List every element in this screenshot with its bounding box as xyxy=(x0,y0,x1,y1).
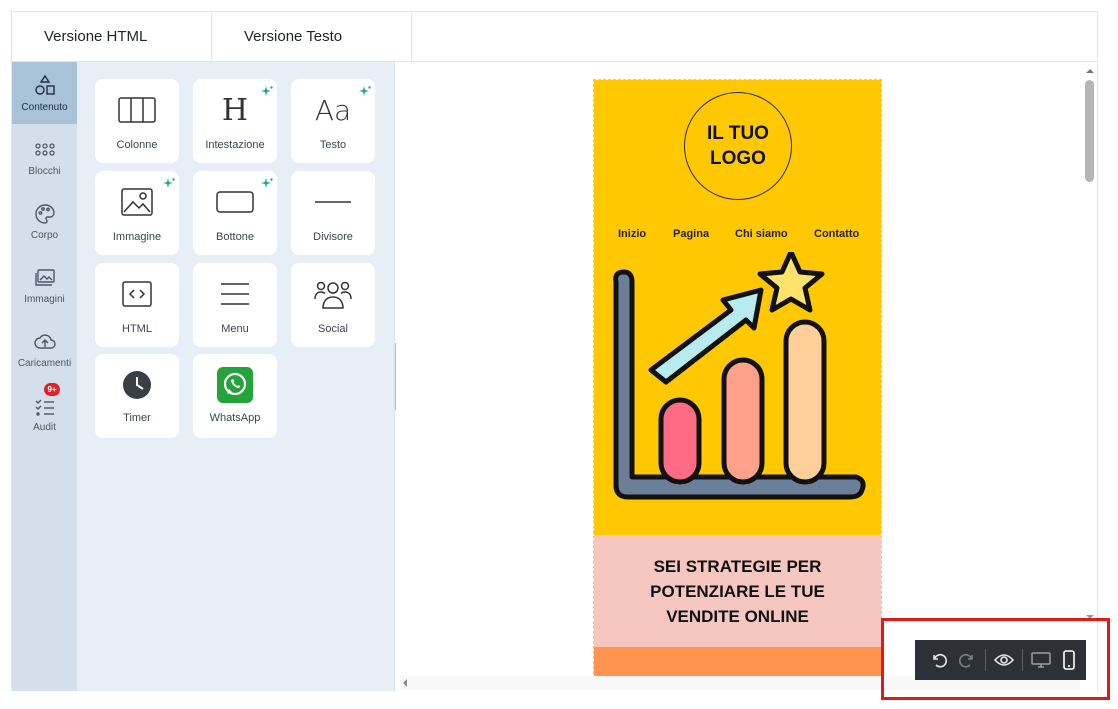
content-panel: Colonne H Intestazione Aa Testo Immagine… xyxy=(77,62,395,691)
clock-icon xyxy=(123,371,151,399)
tile-immagine[interactable]: Immagine xyxy=(95,171,179,255)
scroll-left-icon xyxy=(403,679,407,687)
sidebar-item-contenuto[interactable]: Contenuto xyxy=(12,62,77,124)
tile-label: Intestazione xyxy=(205,139,265,151)
tile-label: Divisore xyxy=(313,231,353,243)
nav-link-inizio[interactable]: Inizio xyxy=(618,228,646,240)
sidebar-item-caricamenti[interactable]: Caricamenti xyxy=(12,318,77,380)
nav-link-contatto[interactable]: Contatto xyxy=(814,228,859,240)
whatsapp-icon xyxy=(217,367,253,403)
tile-label: Immagine xyxy=(112,231,162,243)
sidebar-item-label: Contenuto xyxy=(21,101,68,113)
editor-frame: Versione HTML Versione Testo Contenuto B… xyxy=(11,11,1098,691)
tile-bottone[interactable]: Bottone xyxy=(193,171,277,255)
sidebar-item-corpo[interactable]: Corpo xyxy=(12,190,77,252)
growth-chart-illustration xyxy=(613,252,866,500)
sidebar-item-label: Corpo xyxy=(30,229,59,241)
tile-label: Social xyxy=(318,323,348,335)
grid-dots-icon xyxy=(34,142,55,156)
ai-sparkle-icon xyxy=(163,178,175,188)
tile-divisore[interactable]: Divisore xyxy=(291,171,375,255)
cloud-upload-icon xyxy=(33,333,56,349)
tile-colonne[interactable]: Colonne xyxy=(95,79,179,163)
images-icon xyxy=(34,268,55,286)
sidebar-rail: Contenuto Blocchi Corpo Immagini Caricam… xyxy=(12,62,77,691)
headline-section[interactable]: SEI STRATEGIE PER POTENZIARE LE TUE VEND… xyxy=(594,535,881,647)
sidebar-item-immagini[interactable]: Immagini xyxy=(12,254,77,316)
code-icon xyxy=(122,281,152,307)
tile-label: Timer xyxy=(123,412,151,424)
tile-whatsapp[interactable]: WhatsApp xyxy=(193,354,277,438)
people-icon xyxy=(314,281,352,309)
heading-icon: H xyxy=(221,92,249,128)
tile-testo[interactable]: Aa Testo xyxy=(291,79,375,163)
tab-text-version[interactable]: Versione Testo xyxy=(212,12,412,61)
tile-label: Colonne xyxy=(116,139,158,151)
tile-label: Bottone xyxy=(216,231,254,243)
divider-icon xyxy=(315,201,351,203)
nav-link-chi-siamo[interactable]: Chi siamo xyxy=(735,228,788,240)
logo-placeholder: IL TUO LOGO xyxy=(684,92,792,200)
ai-sparkle-icon xyxy=(359,86,371,96)
sidebar-item-label: Audit xyxy=(33,421,56,433)
button-icon xyxy=(216,191,254,213)
tile-social[interactable]: Social xyxy=(291,263,375,347)
tile-label: Testo xyxy=(319,139,347,151)
email-preview[interactable]: IL TUO LOGO Inizio Pagina Chi siamo Cont… xyxy=(593,79,882,679)
tile-label: HTML xyxy=(122,323,152,335)
ai-sparkle-icon xyxy=(261,178,273,188)
headline-text: SEI STRATEGIE PER POTENZIARE LE TUE VEND… xyxy=(650,556,825,626)
text-icon: Aa xyxy=(314,93,352,127)
sidebar-item-label: Caricamenti xyxy=(17,357,72,369)
menu-icon xyxy=(221,283,249,305)
checklist-icon xyxy=(35,399,54,416)
sidebar-item-label: Blocchi xyxy=(28,165,61,177)
scrollbar-thumb[interactable] xyxy=(1085,80,1094,182)
shapes-icon xyxy=(34,74,55,95)
tile-label: Menu xyxy=(221,323,249,335)
highlight-box xyxy=(881,618,1110,700)
tile-label: WhatsApp xyxy=(209,412,261,424)
audit-count-badge: 9+ xyxy=(44,383,60,396)
image-icon xyxy=(121,188,153,216)
ai-sparkle-icon xyxy=(261,86,273,96)
hero-section[interactable]: IL TUO LOGO Inizio Pagina Chi siamo Cont… xyxy=(594,80,881,535)
sidebar-item-audit[interactable]: 9+ Audit xyxy=(12,382,77,444)
palette-icon xyxy=(34,203,55,224)
sidebar-item-blocchi[interactable]: Blocchi xyxy=(12,126,77,188)
nav-link-pagina[interactable]: Pagina xyxy=(673,228,709,240)
columns-icon xyxy=(118,97,156,123)
tab-html-version[interactable]: Versione HTML xyxy=(12,12,212,61)
email-canvas: IL TUO LOGO Inizio Pagina Chi siamo Cont… xyxy=(396,62,1097,691)
tile-menu[interactable]: Menu xyxy=(193,263,277,347)
sidebar-item-label: Immagini xyxy=(24,293,65,305)
tile-intestazione[interactable]: H Intestazione xyxy=(193,79,277,163)
version-tabs: Versione HTML Versione Testo xyxy=(12,12,1097,62)
tile-html[interactable]: HTML xyxy=(95,263,179,347)
footer-band[interactable] xyxy=(594,647,881,678)
tile-timer[interactable]: Timer xyxy=(95,354,179,438)
scroll-up-icon xyxy=(1086,69,1094,73)
